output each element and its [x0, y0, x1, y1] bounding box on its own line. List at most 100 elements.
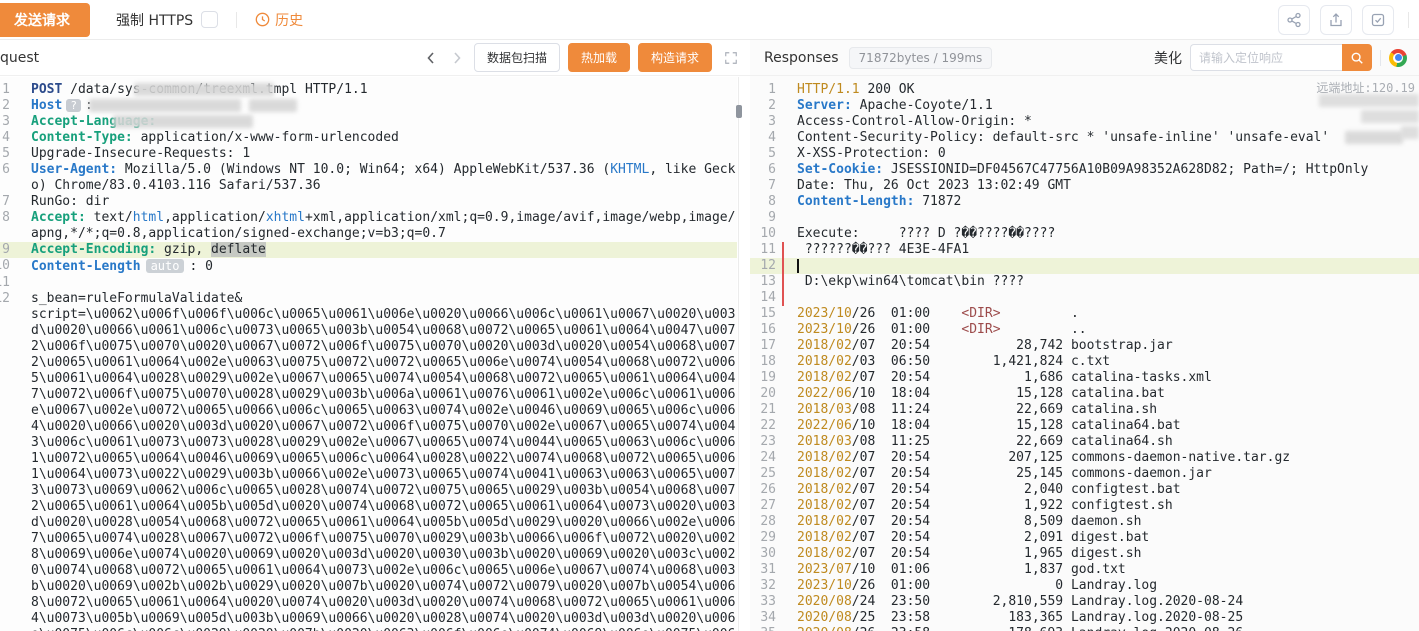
response-panel-title: Responses — [764, 50, 839, 66]
line-text: ??????��??? 4E3E-4FA1 — [797, 242, 1419, 258]
line-number: 1 — [0, 82, 10, 98]
send-request-button[interactable]: 发送请求 — [0, 3, 90, 37]
code-line: 202022/06/10 18:04 15,128 catalina.bat — [750, 386, 1419, 402]
line-text: 2018/02/03 06:50 1,421,824 c.txt — [797, 354, 1419, 370]
top-toolbar: 发送请求 强制 HTTPS 历史 — [0, 0, 1419, 40]
line-text: 2018/02/07 20:54 1,922 configtest.sh — [797, 498, 1419, 514]
line-number: 3 — [0, 114, 10, 130]
code-line: 29 2018/02/07 20:54 2,091 digest.bat — [750, 530, 1419, 546]
history-button[interactable]: 历史 — [255, 10, 303, 30]
line-text: 2018/02/07 20:54 2,040 configtest.bat — [797, 482, 1419, 498]
line-text: 2018/02/07 20:54 1,965 digest.sh — [797, 546, 1419, 562]
request-scrollbar-track — [738, 77, 739, 631]
line-text: 2018/02/07 20:54 8,509 daemon.sh — [797, 514, 1419, 530]
line-text: Content-Lengthauto: 0 — [31, 258, 737, 275]
code-line: 322023/10/26 01:00 0 Landray.log — [750, 578, 1419, 594]
force-https-checkbox[interactable] — [201, 11, 218, 28]
code-line: 14 — [750, 290, 1419, 306]
line-number: 2 — [0, 98, 10, 114]
line-number: 5 — [750, 146, 776, 162]
line-number: 9 — [750, 210, 776, 226]
code-line: 10Content-Lengthauto: 0 — [0, 258, 737, 275]
search-icon — [1350, 51, 1364, 65]
line-text: Content-Length: 71872 — [797, 194, 1419, 210]
line-text: Upgrade-Insecure-Requests: 1 — [31, 146, 737, 162]
export-icon — [1328, 12, 1344, 28]
code-line: 12 — [750, 258, 1419, 274]
packet-scan-button[interactable]: 数据包扫描 — [474, 43, 560, 72]
line-text: Accept: text/html,application/xhtml+xml,… — [31, 210, 737, 242]
main-area: quest 数据包扫描 热加载 构造请求 1POST /data/sys-com… — [0, 40, 1419, 631]
line-text: Content-Type: application/x-www-form-url… — [31, 130, 737, 146]
code-line: 1POST /data/sys-common/treexml.tmpl HTTP… — [0, 82, 737, 98]
fullscreen-button[interactable] — [724, 51, 738, 65]
code-line: 13 D:\ekp\win64\tomcat\bin ???? — [750, 274, 1419, 290]
line-text — [797, 290, 1419, 306]
hot-load-button[interactable]: 热加载 — [568, 43, 630, 72]
code-line: 9Accept-Encoding: gzip, deflate — [0, 242, 737, 258]
code-line: 252018/02/07 20:54 25,145 commons-daemon… — [750, 466, 1419, 482]
share-button[interactable] — [1278, 5, 1310, 35]
line-text: 2018/02/07 20:54 207,125 commons-daemon-… — [797, 450, 1419, 466]
request-scrollbar-thumb[interactable] — [736, 105, 742, 118]
chevron-left-icon — [424, 51, 438, 65]
open-in-browser-button[interactable] — [1389, 49, 1407, 67]
code-line: 10Execute: ???? D ?��????��???? — [750, 226, 1419, 242]
line-text: Accept-Encoding: gzip, deflate — [31, 242, 737, 258]
search-button[interactable] — [1342, 44, 1372, 71]
line-number: 16 — [750, 322, 776, 338]
toolbar-divider-right — [1408, 12, 1409, 28]
code-line: 9 — [750, 210, 1419, 226]
line-number: 35 — [750, 626, 776, 631]
line-text: Accept-Language: — [31, 114, 737, 130]
line-number: 8 — [750, 194, 776, 210]
line-number: 3 — [750, 114, 776, 130]
export-button[interactable] — [1320, 5, 1352, 35]
line-number: 6 — [0, 162, 10, 194]
line-text: Execute: ???? D ?��????��???? — [797, 226, 1419, 242]
history-prev-button[interactable] — [422, 49, 440, 67]
line-number: 27 — [750, 498, 776, 514]
select-check-button[interactable] — [1362, 5, 1394, 35]
code-line: 8 Content-Length: 71872 — [750, 194, 1419, 210]
expand-icon — [724, 51, 738, 65]
code-line: 192018/02/07 20:54 1,686 catalina-tasks.… — [750, 370, 1419, 386]
force-https-toggle: 强制 HTTPS — [116, 10, 218, 30]
line-number: 29 — [750, 530, 776, 546]
line-text: s_bean=ruleFormulaValidate& script=\u006… — [31, 291, 737, 631]
request-editor[interactable]: 1POST /data/sys-common/treexml.tmpl HTTP… — [0, 77, 737, 631]
line-text: 2023/10/26 01:00 0 Landray.log — [797, 578, 1419, 594]
line-text — [797, 258, 1419, 274]
line-text: 2018/02/07 20:54 2,091 digest.bat — [797, 530, 1419, 546]
request-panel-title: quest — [0, 50, 39, 66]
line-text: Host?: — [31, 98, 737, 114]
construct-request-button[interactable]: 构造请求 — [638, 43, 712, 72]
code-line: 11 ??????��??? 4E3E-4FA1 — [750, 242, 1419, 258]
line-text: Content-Security-Policy: default-src * '… — [797, 130, 1419, 146]
code-line: 3 Accept-Language: — [0, 114, 737, 130]
line-number: 24 — [750, 450, 776, 466]
response-editor[interactable]: 远端地址:120.19 1HTTP/1.1 200 OK2Server: Apa… — [750, 77, 1419, 631]
code-line: 232018/03/08 11:25 22,669 catalina64.sh — [750, 434, 1419, 450]
response-panel: Responses 71872bytes / 199ms 美化 — [750, 40, 1419, 631]
code-line: 4 Content-Security-Policy: default-src * … — [750, 130, 1419, 146]
line-text: 2018/03/08 11:24 22,669 catalina.sh — [797, 402, 1419, 418]
line-number: 4 — [750, 130, 776, 146]
line-text: 2022/06/10 18:04 15,128 catalina.bat — [797, 386, 1419, 402]
beautify-button[interactable]: 美化 — [1154, 48, 1182, 68]
history-next-button[interactable] — [448, 49, 466, 67]
search-input[interactable] — [1190, 44, 1342, 71]
redaction-blur — [1345, 131, 1403, 144]
code-line: 282018/02/07 20:54 8,509 daemon.sh — [750, 514, 1419, 530]
line-number: 26 — [750, 482, 776, 498]
redaction-blur — [1401, 126, 1419, 139]
line-text: 2022/06/10 18:04 15,128 catalina64.bat — [797, 418, 1419, 434]
line-text: Set-Cookie: JSESSIONID=DF04567C47756A10B… — [797, 162, 1419, 178]
line-text: 2023/07/10 01:06 1,837 god.txt — [797, 562, 1419, 578]
line-number: 6 — [750, 162, 776, 178]
line-number: 14 — [750, 290, 776, 306]
line-text: X-XSS-Protection: 0 — [797, 146, 1419, 162]
redaction-blur — [113, 115, 253, 128]
code-line: 172018/02/07 20:54 28,742 bootstrap.jar — [750, 338, 1419, 354]
line-number: 21 — [750, 402, 776, 418]
